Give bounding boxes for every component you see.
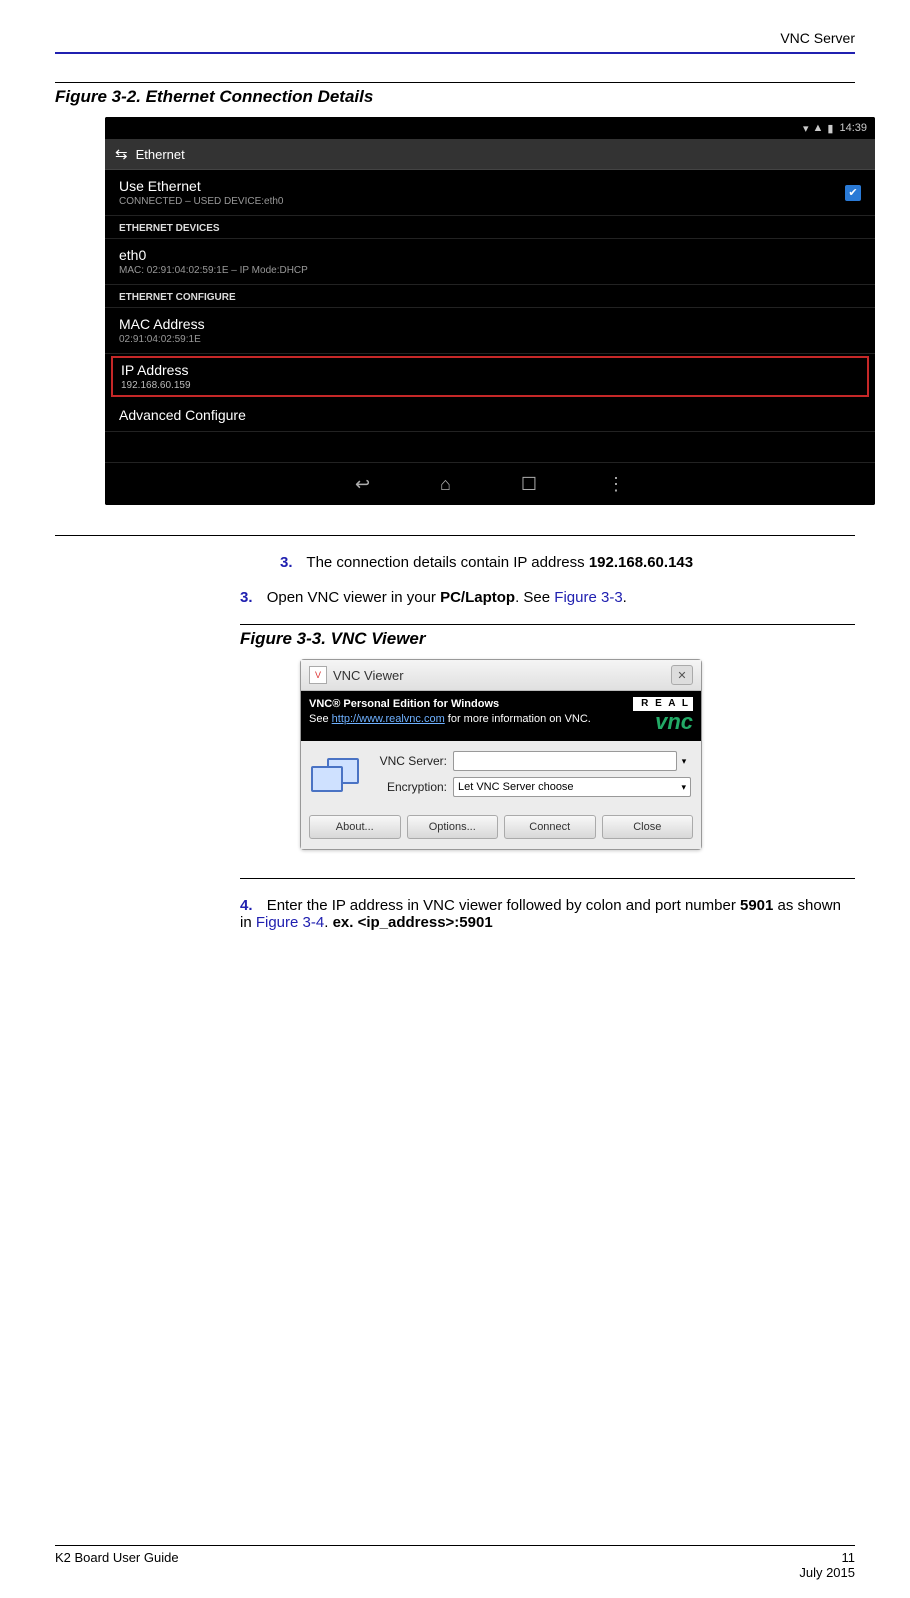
options-button[interactable]: Options... — [407, 815, 499, 839]
figure-3-2-rule-top — [55, 82, 855, 83]
page-header-title: VNC Server — [55, 30, 855, 52]
status-icons: ▾ ▲ ▮ — [803, 122, 833, 135]
nav-recent-icon[interactable]: ☐ — [521, 474, 537, 495]
dropdown-icon: ▾ — [681, 782, 686, 793]
step-4-text-a: Enter the IP address in VNC viewer follo… — [267, 897, 740, 914]
ip-address-title: IP Address — [121, 362, 859, 378]
use-ethernet-title: Use Ethernet — [119, 178, 284, 194]
step-3a-number: 3. — [280, 554, 303, 571]
vnc-titlebar: V VNC Viewer ✕ — [301, 660, 701, 691]
vnc-form: VNC Server: ▾ Encryption: Let VNC Server… — [301, 741, 701, 809]
step-3b-text-b: . See — [515, 589, 554, 606]
step-3a-text: The connection details contain IP addres… — [306, 554, 588, 571]
wifi-icon: ▲ — [813, 122, 824, 134]
about-button[interactable]: About... — [309, 815, 401, 839]
figure-3-3-rule-top — [240, 624, 855, 625]
encryption-select[interactable]: Let VNC Server choose ▾ — [453, 777, 691, 797]
step-4: 4. Enter the IP address in VNC viewer fo… — [240, 897, 855, 931]
figure-3-2-caption: Figure 3-2. Ethernet Connection Details — [55, 87, 855, 107]
use-ethernet-checkbox[interactable]: ✔ — [845, 185, 861, 201]
vnc-see-text: See — [309, 713, 332, 725]
footer-page-number: 11 — [799, 1550, 855, 1565]
ethernet-title: Ethernet — [136, 147, 185, 162]
eth0-title: eth0 — [119, 247, 861, 263]
realvnc-logo: R E A L vnc — [633, 697, 693, 733]
use-ethernet-item[interactable]: Use Ethernet CONNECTED – USED DEVICE:eth… — [105, 170, 875, 216]
step-4-example: ex. <ip_address>:5901 — [333, 914, 493, 931]
advanced-configure-title: Advanced Configure — [119, 407, 861, 423]
vnc-button-row: About... Options... Connect Close — [301, 809, 701, 849]
nav-back-icon[interactable]: ↩ — [355, 474, 370, 495]
step-4-number: 4. — [240, 897, 263, 914]
mac-address-item[interactable]: MAC Address 02:91:04:02:59:1E — [105, 308, 875, 354]
step-3a: 3. The connection details contain IP add… — [280, 554, 855, 571]
header-rule — [55, 52, 855, 54]
figure-3-2-rule-bottom — [55, 535, 855, 536]
eth0-item[interactable]: eth0 MAC: 02:91:04:02:59:1E – IP Mode:DH… — [105, 239, 875, 285]
section-ethernet-configure: ETHERNET CONFIGURE — [105, 285, 875, 308]
figure-3-4-link[interactable]: Figure 3-4 — [256, 914, 324, 931]
dropdown-icon[interactable]: ▾ — [677, 756, 691, 767]
step-4-text-c: . — [324, 914, 332, 931]
advanced-configure-item[interactable]: Advanced Configure — [105, 399, 875, 432]
figure-3-3-screenshot: V VNC Viewer ✕ VNC® Personal Edition for… — [300, 659, 702, 850]
vnc-window-title: VNC Viewer — [333, 668, 404, 683]
eth0-sub: MAC: 02:91:04:02:59:1E – IP Mode:DHCP — [119, 265, 861, 276]
step-3b-bold: PC/Laptop — [440, 589, 515, 606]
vnc-app-icon: V — [309, 666, 327, 684]
step-3b-text-a: Open VNC viewer in your — [267, 589, 440, 606]
nav-home-icon[interactable]: ⌂ — [440, 474, 451, 495]
status-time: 14:39 — [839, 122, 867, 134]
android-status-bar: ▾ ▲ ▮ 14:39 — [105, 117, 875, 139]
encryption-label: Encryption: — [369, 780, 453, 794]
step-3b-text-c: . — [623, 589, 627, 606]
status-icon: ▾ — [803, 122, 809, 135]
battery-icon: ▮ — [827, 122, 833, 135]
figure-3-3-link[interactable]: Figure 3-3 — [554, 589, 622, 606]
step-3a-ip: 192.168.60.143 — [589, 554, 693, 571]
use-ethernet-sub: CONNECTED – USED DEVICE:eth0 — [119, 196, 284, 207]
ip-address-item[interactable]: IP Address 192.168.60.159 — [111, 356, 869, 397]
step-3b-number: 3. — [240, 589, 263, 606]
footer-left: K2 Board User Guide — [55, 1550, 799, 1580]
step-4-port: 5901 — [740, 897, 773, 914]
ethernet-title-row: ⇆ Ethernet — [105, 139, 875, 170]
step-3b: 3. Open VNC viewer in your PC/Laptop. Se… — [240, 589, 855, 606]
vnc-see-text-b: for more information on VNC. — [445, 713, 591, 725]
section-ethernet-devices: ETHERNET DEVICES — [105, 216, 875, 239]
vnc-url-link[interactable]: http://www.realvnc.com — [332, 713, 445, 725]
vnc-edition-line: VNC® Personal Edition for Windows — [309, 698, 499, 710]
monitors-icon — [311, 758, 359, 796]
figure-3-2-screenshot: ▾ ▲ ▮ 14:39 ⇆ Ethernet Use Ethernet CONN… — [105, 117, 875, 505]
connect-button[interactable]: Connect — [504, 815, 596, 839]
vnc-info-panel: VNC® Personal Edition for Windows See ht… — [301, 691, 701, 741]
mac-address-title: MAC Address — [119, 316, 861, 332]
ethernet-icon: ⇆ — [115, 145, 128, 163]
close-button[interactable]: Close — [602, 815, 694, 839]
vnc-server-input[interactable] — [453, 751, 677, 771]
nav-menu-icon[interactable]: ⋮ — [607, 474, 625, 495]
figure-3-3-rule-bottom — [240, 878, 855, 879]
ip-address-sub: 192.168.60.159 — [121, 380, 859, 391]
footer-date: July 2015 — [799, 1565, 855, 1580]
page-footer: K2 Board User Guide 11 July 2015 — [55, 1545, 855, 1580]
vnc-server-label: VNC Server: — [369, 754, 453, 768]
logo-vnc: vnc — [633, 711, 693, 733]
figure-3-3-caption: Figure 3-3. VNC Viewer — [240, 629, 855, 649]
android-nav-bar: ↩ ⌂ ☐ ⋮ — [105, 462, 875, 505]
close-icon[interactable]: ✕ — [671, 665, 693, 685]
encryption-value: Let VNC Server choose — [458, 781, 681, 793]
mac-address-sub: 02:91:04:02:59:1E — [119, 334, 861, 345]
